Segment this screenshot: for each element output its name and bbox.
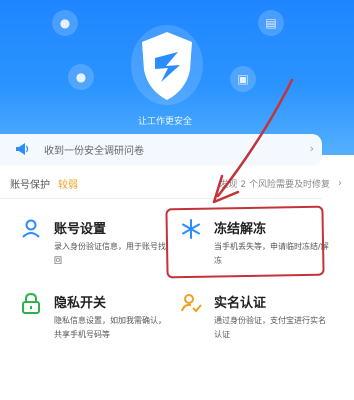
annotation-arrow bbox=[212, 78, 294, 204]
